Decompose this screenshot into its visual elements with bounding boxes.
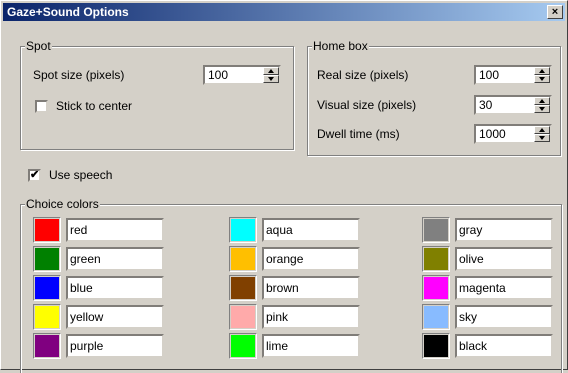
color-swatch-orange[interactable]: [229, 246, 257, 272]
color-swatch-green[interactable]: [33, 246, 61, 272]
color-swatch-sky[interactable]: [422, 304, 450, 330]
color-name-field-gray[interactable]: gray: [455, 218, 553, 242]
color-swatch-olive[interactable]: [422, 246, 450, 272]
visual-size-spinner[interactable]: 30: [474, 95, 552, 115]
close-icon: ×: [551, 6, 559, 18]
color-swatch-magenta[interactable]: [422, 275, 450, 301]
window-title: Gaze+Sound Options: [7, 5, 129, 19]
use-speech-label: Use speech: [49, 168, 113, 182]
real-size-up-button[interactable]: [534, 67, 550, 75]
spot-legend: Spot: [25, 39, 52, 53]
color-name-text: yellow: [70, 310, 104, 324]
real-size-value: 100: [479, 68, 500, 82]
spot-size-up-button[interactable]: [263, 67, 279, 75]
color-name-text: red: [70, 223, 88, 237]
visual-size-value: 30: [479, 98, 493, 112]
color-name-field-red[interactable]: red: [66, 218, 164, 242]
dwell-time-value: 1000: [479, 127, 506, 141]
spot-group: Spot: [20, 39, 294, 150]
choice-colors-legend: Choice colors: [25, 197, 100, 211]
color-name-text: brown: [266, 281, 299, 295]
real-size-down-button[interactable]: [534, 75, 550, 83]
color-name-field-black[interactable]: black: [455, 334, 553, 358]
spot-size-down-button[interactable]: [263, 75, 279, 83]
color-name-text: blue: [70, 281, 93, 295]
color-name-field-green[interactable]: green: [66, 247, 164, 271]
homebox-legend: Home box: [312, 39, 369, 53]
color-swatch-brown[interactable]: [229, 275, 257, 301]
color-name-field-magenta[interactable]: magenta: [455, 276, 553, 300]
color-name-text: gray: [459, 223, 483, 237]
use-speech-checkbox[interactable]: ✔: [28, 169, 41, 182]
dwell-time-up-button[interactable]: [534, 126, 550, 134]
color-name-field-yellow[interactable]: yellow: [66, 305, 164, 329]
dwell-time-label: Dwell time (ms): [317, 127, 400, 141]
color-name-text: lime: [266, 339, 289, 353]
visual-size-label: Visual size (pixels): [317, 98, 417, 112]
color-name-text: olive: [459, 252, 484, 266]
color-name-text: purple: [70, 339, 104, 353]
color-swatch-pink[interactable]: [229, 304, 257, 330]
color-name-text: green: [70, 252, 101, 266]
stick-to-center-checkbox[interactable]: [35, 100, 48, 113]
color-swatch-red[interactable]: [33, 217, 61, 243]
close-button[interactable]: ×: [547, 5, 563, 19]
color-name-field-blue[interactable]: blue: [66, 276, 164, 300]
color-name-field-sky[interactable]: sky: [455, 305, 553, 329]
color-name-text: orange: [266, 252, 304, 266]
dwell-time-down-button[interactable]: [534, 134, 550, 142]
spot-size-spinner[interactable]: 100: [203, 65, 281, 85]
color-name-text: magenta: [459, 281, 506, 295]
stick-to-center-label: Stick to center: [56, 99, 133, 113]
options-dialog: Gaze+Sound Options × Spot Spot size (pix…: [0, 0, 568, 373]
real-size-spinner[interactable]: 100: [474, 65, 552, 85]
color-name-field-aqua[interactable]: aqua: [262, 218, 360, 242]
color-name-field-pink[interactable]: pink: [262, 305, 360, 329]
spot-size-value: 100: [208, 68, 229, 82]
checkmark-icon: ✔: [30, 169, 40, 181]
color-swatch-blue[interactable]: [33, 275, 61, 301]
visual-size-down-button[interactable]: [534, 105, 550, 113]
color-name-field-purple[interactable]: purple: [66, 334, 164, 358]
color-name-field-brown[interactable]: brown: [262, 276, 360, 300]
color-swatch-aqua[interactable]: [229, 217, 257, 243]
real-size-label: Real size (pixels): [317, 68, 409, 82]
color-name-text: black: [459, 339, 488, 353]
color-name-field-lime[interactable]: lime: [262, 334, 360, 358]
spot-size-label: Spot size (pixels): [33, 68, 125, 82]
color-swatch-yellow[interactable]: [33, 304, 61, 330]
visual-size-up-button[interactable]: [534, 97, 550, 105]
color-swatch-gray[interactable]: [422, 217, 450, 243]
color-swatch-purple[interactable]: [33, 333, 61, 359]
color-name-text: pink: [266, 310, 289, 324]
color-name-field-orange[interactable]: orange: [262, 247, 360, 271]
color-swatch-black[interactable]: [422, 333, 450, 359]
color-name-text: aqua: [266, 223, 293, 237]
color-name-text: sky: [459, 310, 477, 324]
color-swatch-lime[interactable]: [229, 333, 257, 359]
dwell-time-spinner[interactable]: 1000: [474, 124, 552, 144]
color-name-field-olive[interactable]: olive: [455, 247, 553, 271]
title-bar[interactable]: Gaze+Sound Options ×: [3, 3, 565, 21]
